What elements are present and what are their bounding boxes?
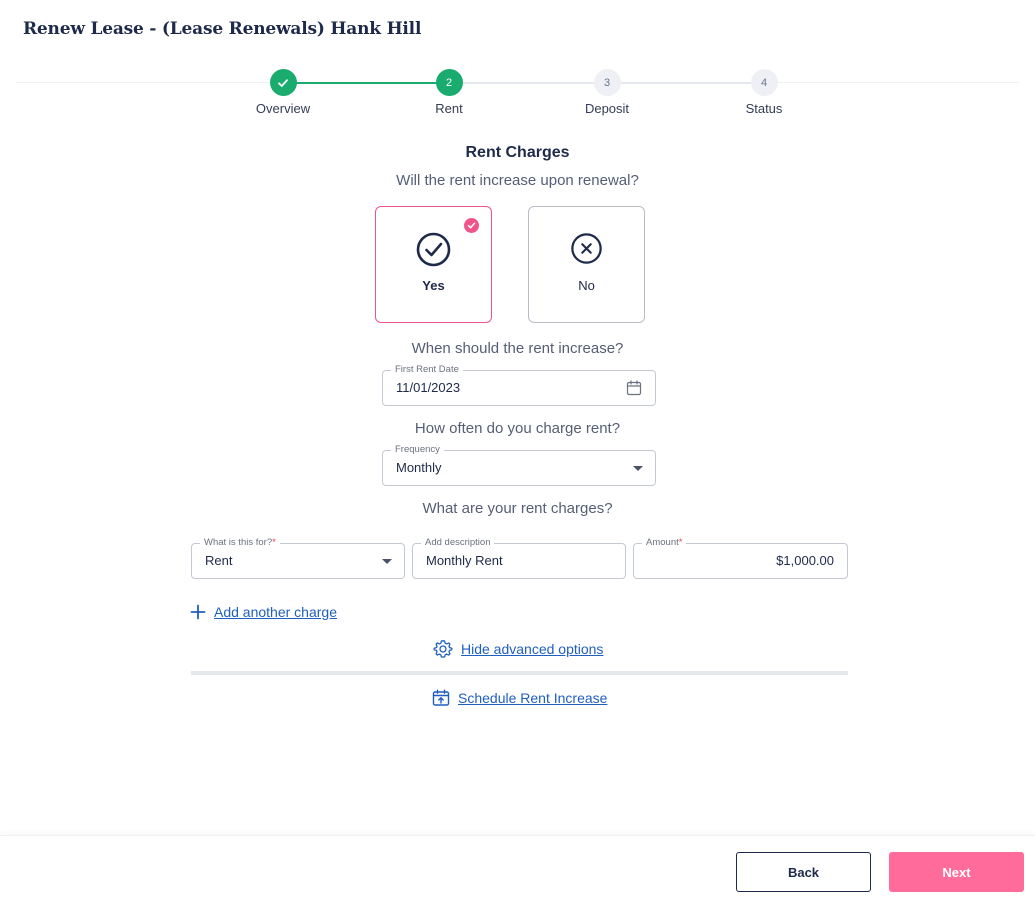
step-label: Rent <box>435 101 463 116</box>
step-label: Status <box>745 101 783 116</box>
dropdown-caret-icon <box>382 559 392 564</box>
step-label: Overview <box>255 101 311 116</box>
step-circle: 3 <box>593 69 621 96</box>
first-rent-date-field[interactable]: First Rent Date 11/01/2023 <box>382 363 656 406</box>
frequency-select[interactable]: Frequency Monthly <box>382 443 656 486</box>
field-label: What is this for?* <box>200 536 280 549</box>
step-circle <box>269 69 297 96</box>
step-label: Deposit <box>584 101 630 116</box>
frequency-question: How often do you charge rent? <box>414 420 621 437</box>
step-circle: 4 <box>750 69 778 96</box>
section-title: Rent Charges <box>465 144 570 161</box>
step-overview[interactable]: Overview <box>223 69 343 116</box>
calendar-arrow-up-icon <box>432 689 450 706</box>
increase-question: Will the rent increase upon renewal? <box>396 172 639 189</box>
field-value: 11/01/2023 <box>396 380 461 395</box>
x-circle-icon <box>571 233 602 264</box>
required-mark: * <box>678 537 683 548</box>
next-button[interactable]: Next <box>889 852 1024 892</box>
field-label: Amount* <box>642 536 687 549</box>
schedule-rent-increase-link[interactable]: Schedule Rent Increase <box>432 689 607 707</box>
selected-check-badge <box>464 218 479 233</box>
check-circle-icon <box>416 232 451 267</box>
advanced-divider <box>191 671 848 675</box>
link-text: Hide advanced options <box>461 641 604 657</box>
field-value: Rent <box>205 553 233 568</box>
step-circle: 2 <box>435 69 463 96</box>
add-charge-link[interactable]: Add another charge <box>190 604 337 620</box>
option-yes-card[interactable]: Yes <box>375 206 492 323</box>
field-label-text: Amount <box>646 537 679 548</box>
back-button[interactable]: Back <box>736 852 871 892</box>
step-rent[interactable]: 2 Rent <box>389 69 509 116</box>
field-label: First Rent Date <box>391 363 463 376</box>
calendar-icon[interactable] <box>626 380 642 396</box>
check-icon <box>467 222 476 229</box>
charge-description-input[interactable]: Add description Monthly Rent <box>412 536 626 579</box>
link-text: Add another charge <box>214 604 337 620</box>
step-status[interactable]: 4 Status <box>704 69 824 116</box>
page-title: Renew Lease - (Lease Renewals) Hank Hill <box>23 19 422 39</box>
field-value: Monthly <box>396 460 442 475</box>
field-label-text: What is this for? <box>204 537 273 548</box>
dropdown-caret-icon <box>633 466 643 471</box>
option-no-card[interactable]: No <box>528 206 645 323</box>
option-label: No <box>578 278 595 293</box>
gear-icon <box>433 640 453 658</box>
charge-amount-input[interactable]: Amount* $1,000.00 <box>633 536 848 579</box>
field-value: $1,000.00 <box>776 553 834 568</box>
charge-type-select[interactable]: What is this for?* Rent <box>191 536 405 579</box>
option-label: Yes <box>422 278 445 293</box>
field-label: Add description <box>421 536 495 549</box>
checkmark-icon <box>278 78 288 87</box>
charges-question: What are your rent charges? <box>422 500 613 517</box>
when-question: When should the rent increase? <box>411 340 624 357</box>
hide-advanced-link[interactable]: Hide advanced options <box>433 639 603 659</box>
field-label: Frequency <box>391 443 444 456</box>
footer-bar <box>0 835 1035 898</box>
plus-icon <box>190 604 206 620</box>
link-text: Schedule Rent Increase <box>458 690 608 706</box>
required-mark: * <box>272 537 276 548</box>
step-deposit[interactable]: 3 Deposit <box>547 69 667 116</box>
field-value: Monthly Rent <box>426 553 503 568</box>
